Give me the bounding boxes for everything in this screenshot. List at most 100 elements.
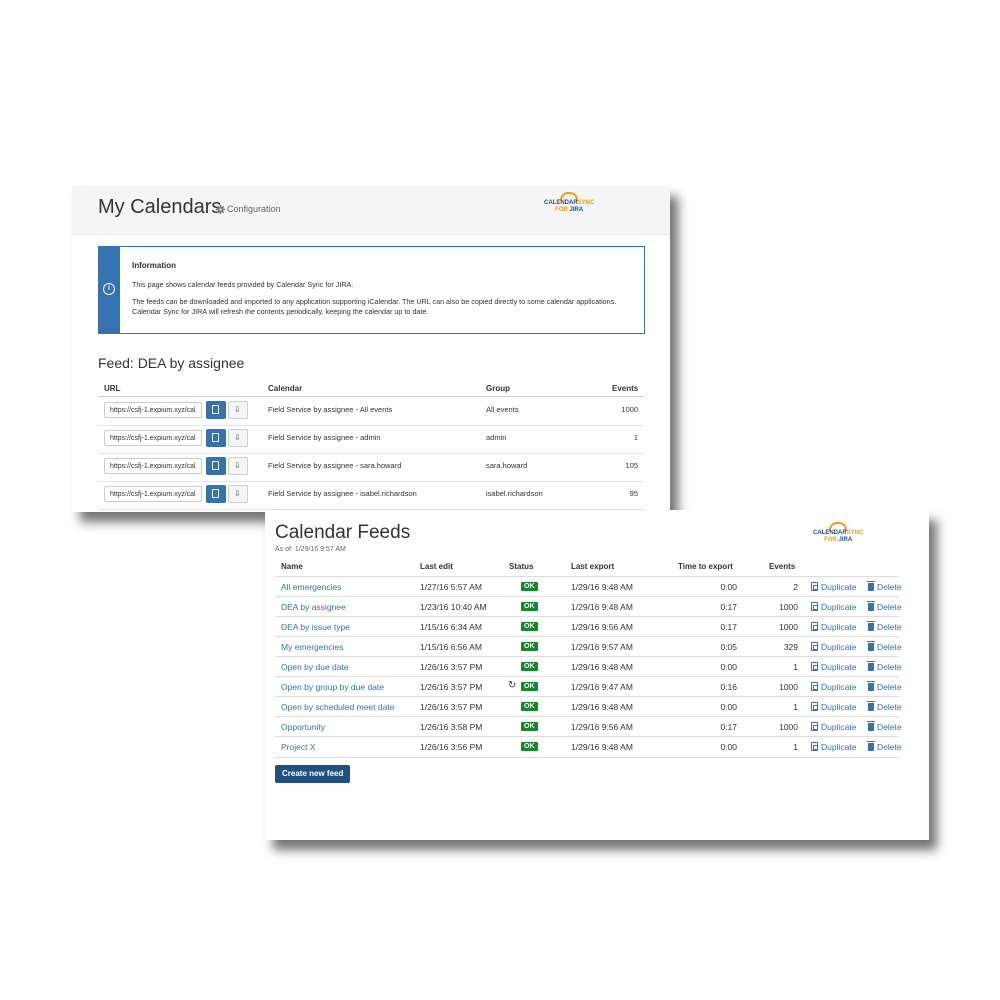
create-new-feed-button[interactable]: Create new feed xyxy=(275,765,351,783)
time-to-export: 0:17 xyxy=(720,622,737,632)
duplicate-label: Duplicate xyxy=(821,702,857,712)
delete-label: Delete xyxy=(877,642,902,652)
delete-label: Delete xyxy=(877,602,902,612)
time-to-export: 0:16 xyxy=(720,682,737,692)
page-header: My Calendars Configuration CALENDARSYNC … xyxy=(72,186,670,235)
duplicate-button[interactable]: Duplicate xyxy=(811,642,856,652)
last-edit: 1/26/16 3:57 PM xyxy=(420,662,483,672)
duplicate-button[interactable]: Duplicate xyxy=(811,682,856,692)
duplicate-button[interactable]: Duplicate xyxy=(811,582,856,592)
feed-name-link[interactable]: Open by group by due date xyxy=(281,682,384,692)
duplicate-label: Duplicate xyxy=(821,662,857,672)
calendar-sync-logo: CALENDARSYNC FOR JIRA xyxy=(544,192,594,214)
duplicate-icon xyxy=(811,602,818,611)
feed-name-link[interactable]: My emergencies xyxy=(281,642,343,652)
delete-label: Delete xyxy=(877,722,902,732)
duplicate-button[interactable]: Duplicate xyxy=(811,742,856,752)
delete-button[interactable]: Delete xyxy=(867,661,902,672)
last-export: 1/29/16 9:47 AM xyxy=(571,682,633,692)
trash-icon xyxy=(867,681,875,691)
last-edit: 1/26/16 3:58 PM xyxy=(420,722,483,732)
delete-button[interactable]: Delete xyxy=(867,701,902,712)
group-name: sara.howard xyxy=(486,461,528,470)
copy-icon xyxy=(212,489,219,498)
table-row: Opportunity 1/26/16 3:58 PM OK 1/29/16 9:56… xyxy=(275,716,902,737)
feed-name-link[interactable]: Project X xyxy=(281,742,316,752)
information-text-2: The feeds can be downloaded and imported… xyxy=(132,297,617,316)
last-export: 1/29/16 9:56 AM xyxy=(571,722,633,732)
delete-button[interactable]: Delete xyxy=(867,641,902,652)
delete-button[interactable]: Delete xyxy=(867,741,902,752)
info-icon: i xyxy=(103,283,115,295)
column-header-time-to-export: Time to export xyxy=(678,562,733,571)
duplicate-icon xyxy=(811,702,818,711)
copy-url-button[interactable] xyxy=(206,485,226,503)
status-badge: OK xyxy=(521,622,538,631)
url-input[interactable]: https://csfj-1.expium.xyz/cal xyxy=(104,458,202,474)
feed-name-link[interactable]: DEA by assignee xyxy=(281,602,346,612)
duplicate-button[interactable]: Duplicate xyxy=(811,662,856,672)
column-header-events: Events xyxy=(612,384,639,393)
as-of-timestamp: As of: 1/29/16 9:57 AM xyxy=(275,546,346,553)
feed-name-link[interactable]: Open by due date xyxy=(281,662,349,672)
copy-url-button[interactable] xyxy=(206,401,226,419)
configuration-link[interactable]: Configuration xyxy=(216,204,281,214)
calendar-sync-logo: CALENDARSYNC FOR JIRA xyxy=(813,522,863,544)
duplicate-icon xyxy=(811,642,818,651)
download-button[interactable]: ⇩ xyxy=(228,485,248,503)
table-row: https://csfj-1.expium.xyz/cal ⇩ Field Serv… xyxy=(98,481,644,510)
feed-name-link[interactable]: All emergencies xyxy=(281,582,341,592)
copy-url-button[interactable] xyxy=(206,457,226,475)
duplicate-icon xyxy=(811,682,818,691)
feed-name-link[interactable]: Opportunity xyxy=(281,722,325,732)
time-to-export: 0:17 xyxy=(720,722,737,732)
duplicate-icon xyxy=(811,662,818,671)
table-row: Open by group by due date 1/26/16 3:57 PM… xyxy=(275,676,902,697)
table-row: Project X 1/26/16 3:56 PM OK 1/29/16 9:48 A… xyxy=(275,736,902,758)
duplicate-label: Duplicate xyxy=(821,682,857,692)
duplicate-label: Duplicate xyxy=(821,602,857,612)
download-icon: ⇩ xyxy=(234,405,241,414)
duplicate-button[interactable]: Duplicate xyxy=(811,602,856,612)
feed-name-link[interactable]: Open by scheduled meet date xyxy=(281,702,394,712)
duplicate-button[interactable]: Duplicate xyxy=(811,722,856,732)
group-name: isabel.richardson xyxy=(486,489,543,498)
copy-url-button[interactable] xyxy=(206,429,226,447)
my-calendars-panel: My Calendars Configuration CALENDARSYNC … xyxy=(72,186,670,512)
url-input[interactable]: https://csfj-1.expium.xyz/cal xyxy=(104,486,202,502)
copy-icon xyxy=(212,461,219,470)
copy-icon xyxy=(212,405,219,414)
url-input[interactable]: https://csfj-1.expium.xyz/cal xyxy=(104,402,202,418)
event-count: 1000 xyxy=(621,405,638,414)
event-count: 95 xyxy=(629,489,638,498)
trash-icon xyxy=(867,641,875,651)
feed-name-link[interactable]: DEA by issue type xyxy=(281,622,350,632)
column-header-name: Name xyxy=(281,562,303,571)
event-count: 1000 xyxy=(779,682,798,692)
delete-button[interactable]: Delete xyxy=(867,681,902,692)
last-edit: 1/15/16 6:56 AM xyxy=(420,642,482,652)
last-export: 1/29/16 9:48 AM xyxy=(571,662,633,672)
last-edit: 1/26/16 3:57 PM xyxy=(420,682,483,692)
last-edit: 1/27/16 5:57 AM xyxy=(420,582,482,592)
gear-icon xyxy=(216,204,225,214)
duplicate-button[interactable]: Duplicate xyxy=(811,702,856,712)
table-row: https://csfj-1.expium.xyz/cal ⇩ Field Serv… xyxy=(98,425,644,454)
event-count: 1 xyxy=(793,662,798,672)
delete-button[interactable]: Delete xyxy=(867,721,902,732)
download-button[interactable]: ⇩ xyxy=(228,429,248,447)
column-header-last-edit: Last edit xyxy=(420,562,453,571)
delete-button[interactable]: Delete xyxy=(867,581,902,592)
event-count: 1 xyxy=(633,433,638,442)
url-input[interactable]: https://csfj-1.expium.xyz/cal xyxy=(104,430,202,446)
copy-icon xyxy=(212,433,219,442)
delete-button[interactable]: Delete xyxy=(867,601,902,612)
delete-button[interactable]: Delete xyxy=(867,621,902,632)
trash-icon xyxy=(867,581,875,591)
download-button[interactable]: ⇩ xyxy=(228,457,248,475)
download-button[interactable]: ⇩ xyxy=(228,401,248,419)
last-edit: 1/26/16 3:56 PM xyxy=(420,742,483,752)
duplicate-button[interactable]: Duplicate xyxy=(811,622,856,632)
calendar-name: Field Service by assignee - All events xyxy=(268,405,393,414)
duplicate-icon xyxy=(811,582,818,591)
